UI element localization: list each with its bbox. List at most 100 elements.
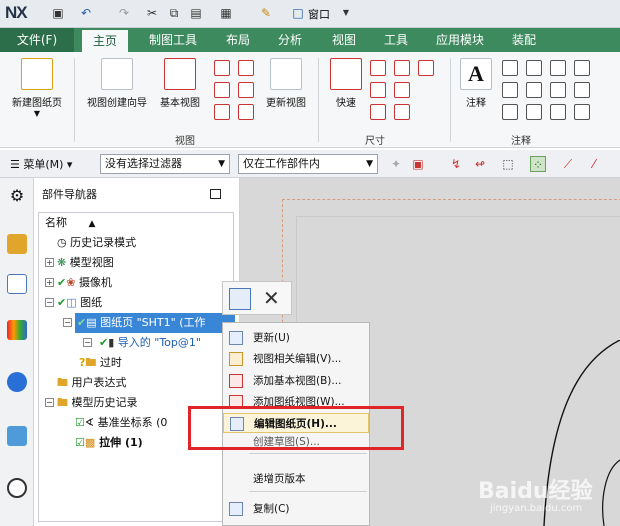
checkbox-check-icon[interactable]: ☑ bbox=[75, 436, 85, 449]
point-snap-icon[interactable]: ▣ bbox=[410, 156, 426, 172]
chamfer-dimension-icon[interactable] bbox=[394, 82, 410, 98]
gear-icon[interactable]: ⚙ bbox=[7, 186, 27, 206]
assembly-navigator-icon[interactable] bbox=[7, 234, 27, 254]
tree-item-extrude[interactable]: ☑▩ 拉伸 (1) bbox=[75, 433, 143, 453]
table-icon[interactable] bbox=[550, 104, 566, 120]
tab-drafting-tools[interactable]: 制图工具 bbox=[140, 28, 206, 52]
linear-dimension-icon[interactable] bbox=[370, 60, 386, 76]
tab-application[interactable]: 应用模块 bbox=[426, 28, 494, 52]
menu-item-add-base-view[interactable]: 添加基本视图(B)... bbox=[223, 371, 369, 391]
tab-assembly[interactable]: 装配 bbox=[502, 28, 546, 52]
cut-icon[interactable]: ✂ bbox=[144, 5, 160, 21]
new-sheet-button[interactable]: 新建图纸页 ▼ bbox=[6, 58, 68, 118]
line-icon[interactable]: ⟋ bbox=[560, 156, 576, 172]
selection-grid-icon[interactable]: ⁘ bbox=[530, 156, 546, 172]
repeat-command-icon[interactable]: ▦ bbox=[218, 5, 234, 21]
thickness-dimension-icon[interactable] bbox=[370, 104, 386, 120]
menu-item-increment-revision[interactable]: 递增页版本 bbox=[223, 469, 369, 489]
section-view-icon[interactable] bbox=[238, 60, 254, 76]
checkbox-check-icon[interactable]: ✔ bbox=[99, 336, 108, 349]
window-menu-chevron-icon[interactable]: ▼ bbox=[338, 5, 354, 21]
info-icon[interactable] bbox=[7, 372, 27, 392]
snap-icon[interactable]: ✦ bbox=[388, 156, 404, 172]
paint-icon[interactable] bbox=[574, 104, 590, 120]
collapse-toggle[interactable]: − bbox=[83, 338, 92, 347]
note-button[interactable]: A 注释 bbox=[456, 58, 496, 109]
tree-item-user-expressions[interactable]: 🖿 用户表达式 bbox=[57, 373, 127, 393]
new-sheet-chevron-icon[interactable]: ▼ bbox=[6, 109, 68, 118]
close-icon[interactable]: ✕ bbox=[263, 285, 280, 311]
web-browser-icon[interactable] bbox=[7, 426, 27, 446]
tab-tools[interactable]: 工具 bbox=[374, 28, 418, 52]
hatch-icon[interactable] bbox=[574, 82, 590, 98]
tree-item-sheet-sht1[interactable]: ✔▤ 图纸页 "SHT1" (工作 bbox=[75, 313, 235, 333]
datum-target-icon[interactable] bbox=[502, 82, 518, 98]
undo-icon[interactable]: ↶ bbox=[78, 5, 94, 21]
scope-filter-combo[interactable]: 仅在工作部件内 ▼ bbox=[238, 154, 378, 174]
edit-sheet-icon[interactable] bbox=[229, 288, 251, 310]
base-view-button[interactable]: 基本视图 bbox=[156, 58, 204, 109]
part-navigator-icon[interactable] bbox=[7, 274, 27, 294]
expand-toggle[interactable]: + bbox=[45, 258, 54, 267]
checkbox-check-icon[interactable]: ✔ bbox=[57, 296, 66, 309]
clock-icon[interactable] bbox=[7, 478, 27, 498]
redo-icon[interactable]: ↷ bbox=[116, 5, 132, 21]
update-view-button[interactable]: 更新视图 bbox=[262, 58, 310, 109]
tab-view[interactable]: 视图 bbox=[322, 28, 366, 52]
view-boundary-icon[interactable] bbox=[238, 104, 254, 120]
mid-point-icon[interactable]: ↫ bbox=[472, 156, 488, 172]
ordinate-dimension-icon[interactable] bbox=[394, 104, 410, 120]
surface-finish-icon[interactable] bbox=[550, 82, 566, 98]
checkbox-check-icon[interactable]: ✔ bbox=[57, 276, 66, 289]
tree-item-model-views[interactable]: ❋ 模型视图 bbox=[57, 253, 114, 273]
tab-analysis[interactable]: 分析 bbox=[268, 28, 312, 52]
expand-toggle[interactable]: + bbox=[45, 278, 54, 287]
paste-icon[interactable]: ▤ bbox=[188, 5, 204, 21]
menu-item-copy[interactable]: 复制(C) bbox=[223, 499, 369, 519]
projected-view-icon[interactable] bbox=[214, 60, 230, 76]
menu-item-view-dependent-edit[interactable]: 视图相关编辑(V)... bbox=[223, 349, 369, 369]
image-icon[interactable] bbox=[526, 104, 542, 120]
tree-item-imported-view[interactable]: ✔▮ 导入的 "Top@1" bbox=[99, 333, 201, 353]
tree-item-datum-csys[interactable]: ☑∢ 基准坐标系 (0 bbox=[75, 413, 167, 433]
weld-symbol-icon[interactable] bbox=[526, 82, 542, 98]
save-icon[interactable]: ▣ bbox=[50, 5, 66, 21]
break-out-icon[interactable] bbox=[214, 104, 230, 120]
checkbox-check-icon[interactable]: ✔ bbox=[77, 316, 86, 329]
collapse-toggle[interactable]: − bbox=[45, 298, 54, 307]
crosshair-icon[interactable] bbox=[574, 60, 590, 76]
angular-dimension-icon[interactable] bbox=[370, 82, 386, 98]
touch-mode-icon[interactable]: ✎ bbox=[258, 5, 274, 21]
feature-control-frame-icon[interactable] bbox=[502, 60, 518, 76]
detail-view-icon[interactable] bbox=[214, 82, 230, 98]
radial-dimension-icon[interactable] bbox=[394, 60, 410, 76]
tree-item-cameras[interactable]: ✔❀ 摄像机 bbox=[57, 273, 112, 293]
tab-file[interactable]: 文件(F) bbox=[0, 28, 74, 52]
menu-button[interactable]: ☰ 菜单(M) ▾ bbox=[10, 156, 72, 172]
search-icon[interactable] bbox=[502, 104, 518, 120]
datum-feature-icon[interactable] bbox=[526, 60, 542, 76]
tab-home[interactable]: 主页 bbox=[82, 30, 128, 52]
quick-dimension-button[interactable]: 快速 bbox=[326, 58, 366, 109]
menu-item-update[interactable]: 更新(U) bbox=[223, 328, 369, 348]
tree-item-outdated[interactable]: ?🖿 过时 bbox=[79, 353, 122, 373]
maximize-icon[interactable] bbox=[210, 189, 221, 199]
collapse-toggle[interactable]: − bbox=[63, 318, 72, 327]
tree-item-history-mode[interactable]: ◷ 历史记录模式 bbox=[57, 233, 136, 253]
tangent-icon[interactable]: ⁄ bbox=[586, 156, 602, 172]
arc-length-icon[interactable] bbox=[418, 60, 434, 76]
collapse-toggle[interactable]: − bbox=[45, 398, 54, 407]
tree-item-model-history[interactable]: 🖿 模型历史记录 bbox=[57, 393, 138, 413]
type-filter-combo[interactable]: 没有选择过滤器 ▼ bbox=[100, 154, 230, 174]
copy-icon[interactable]: ⧉ bbox=[166, 5, 182, 21]
window-icon[interactable]: □ bbox=[290, 5, 306, 21]
column-header[interactable]: 名称 ▲ bbox=[45, 213, 231, 233]
window-menu[interactable]: 窗口 bbox=[308, 6, 330, 22]
tab-layout[interactable]: 布局 bbox=[216, 28, 260, 52]
select-box-icon[interactable]: ⬚ bbox=[500, 156, 516, 172]
center-mark-icon[interactable] bbox=[550, 60, 566, 76]
checkbox-check-icon[interactable]: ☑ bbox=[75, 416, 85, 429]
reuse-library-icon[interactable] bbox=[7, 320, 27, 340]
broken-view-icon[interactable] bbox=[238, 82, 254, 98]
view-wizard-button[interactable]: 视图创建向导 bbox=[82, 58, 152, 109]
